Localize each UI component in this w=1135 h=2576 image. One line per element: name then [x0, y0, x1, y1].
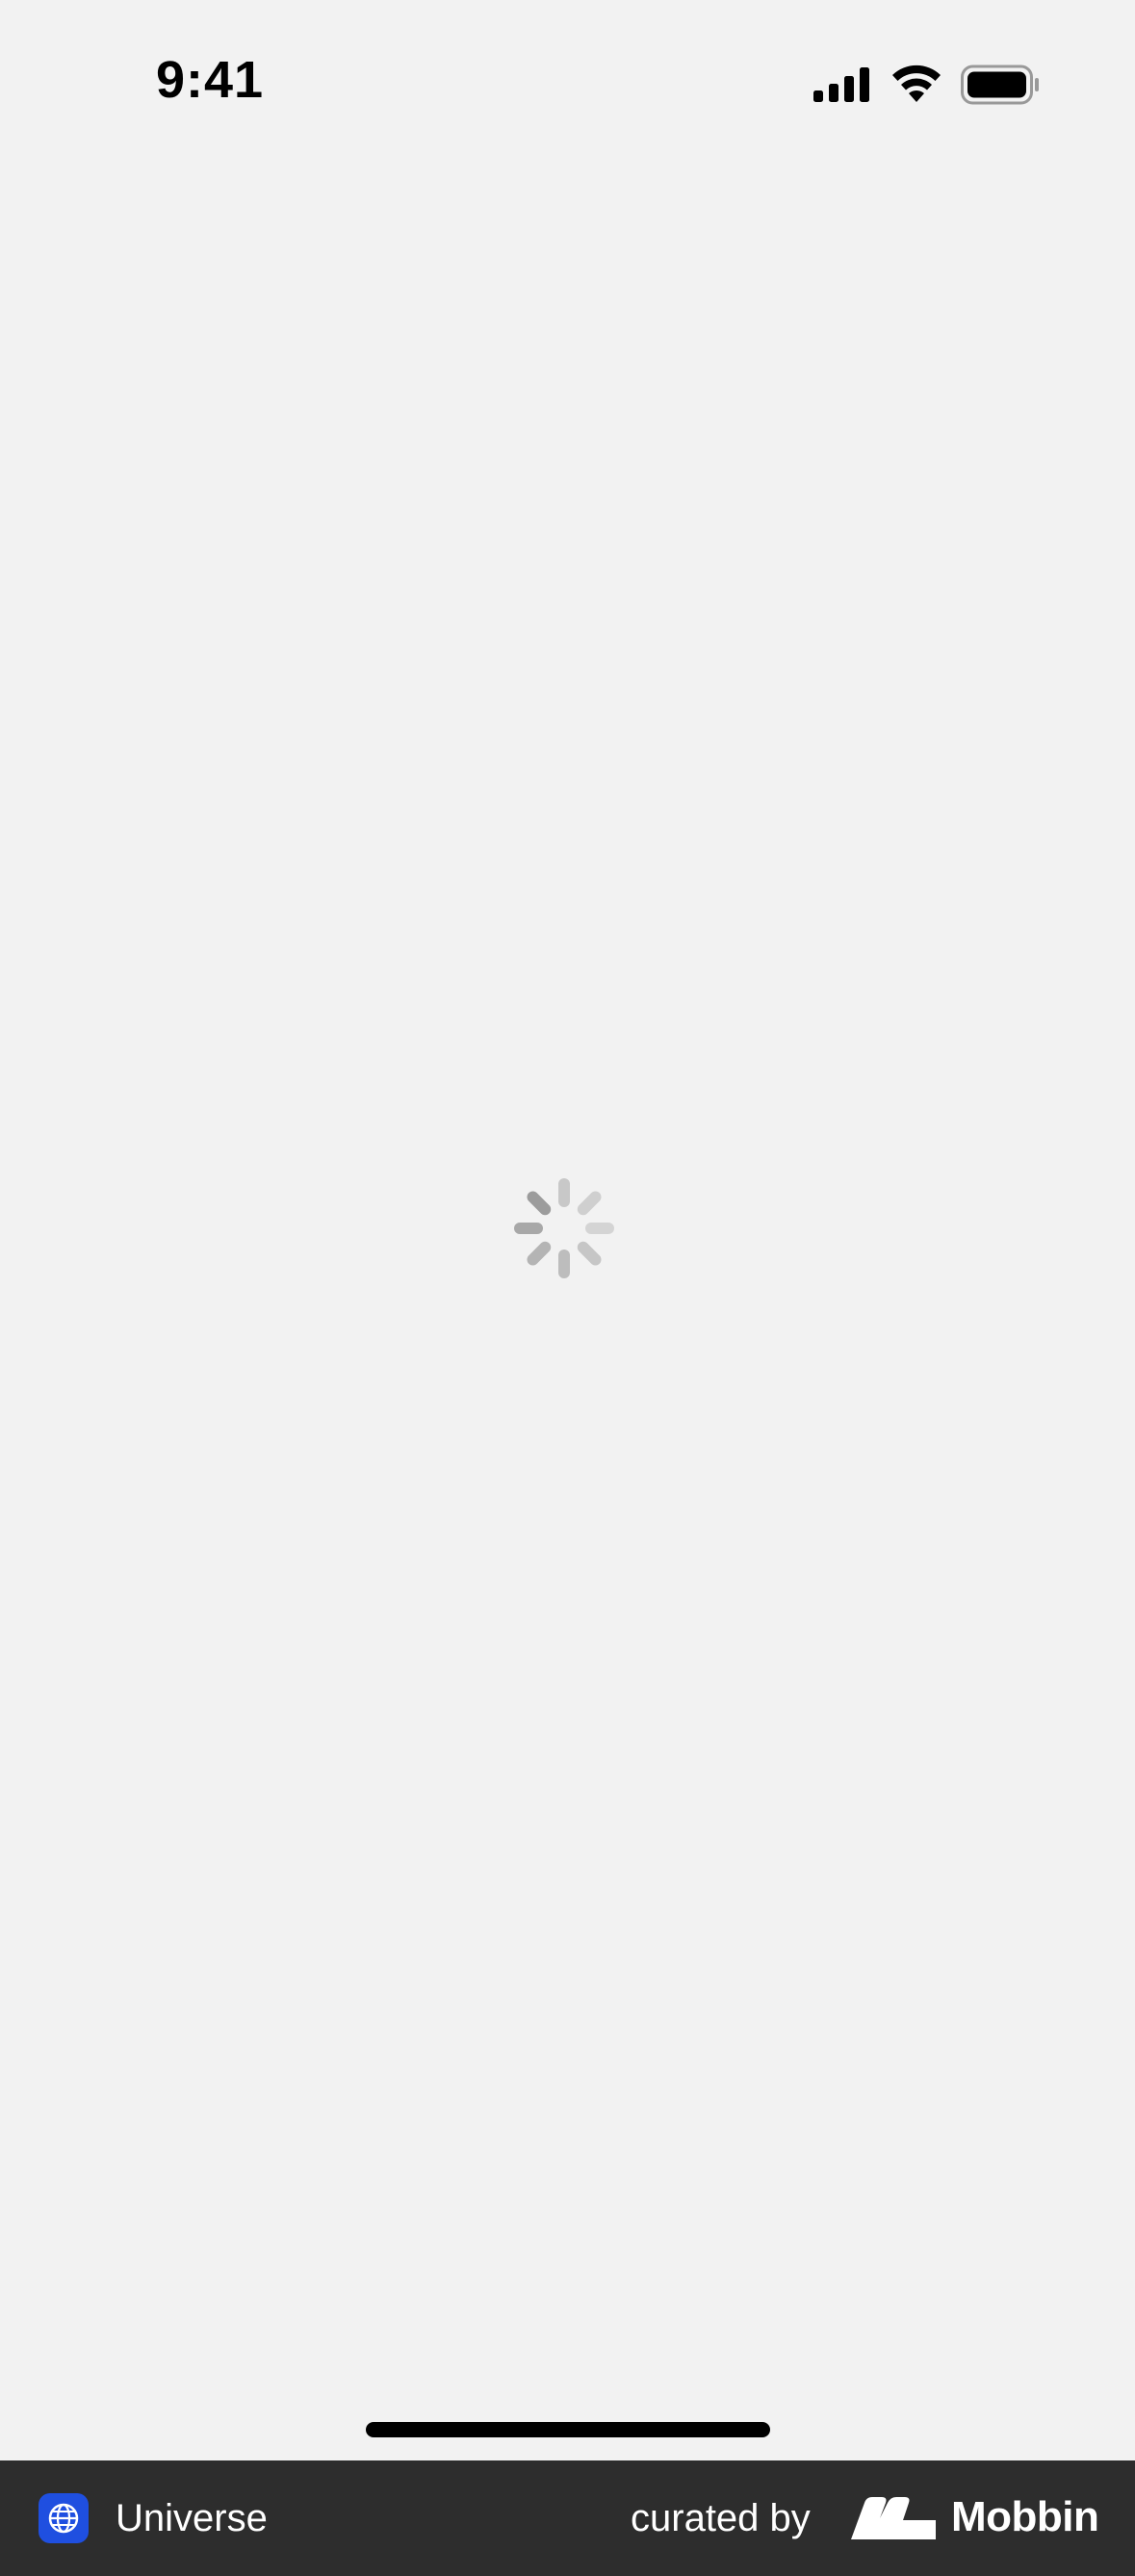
globe-icon [39, 2493, 89, 2543]
spinner-spoke [577, 1191, 602, 1216]
brand-name: Mobbin [951, 2493, 1099, 2540]
mobbin-logo-icon [851, 2497, 936, 2539]
battery-icon [961, 64, 1039, 105]
app-name: Universe [116, 2497, 268, 2539]
signal-icon [813, 67, 869, 102]
activity-indicator-icon [514, 1178, 614, 1278]
spinner-spoke [577, 1241, 602, 1266]
status-time: 9:41 [156, 51, 265, 109]
status-bar: 9:41 [0, 0, 1135, 164]
wifi-icon [892, 64, 941, 102]
spinner-spoke [527, 1191, 552, 1216]
curated-label: curated by [631, 2497, 811, 2539]
app-screen: 9:41 Universe curated by Mobbin [0, 0, 1135, 2576]
spinner-spoke [527, 1241, 552, 1266]
attribution-footer: Universe curated by Mobbin [0, 2460, 1135, 2576]
home-indicator[interactable] [366, 2422, 770, 2437]
